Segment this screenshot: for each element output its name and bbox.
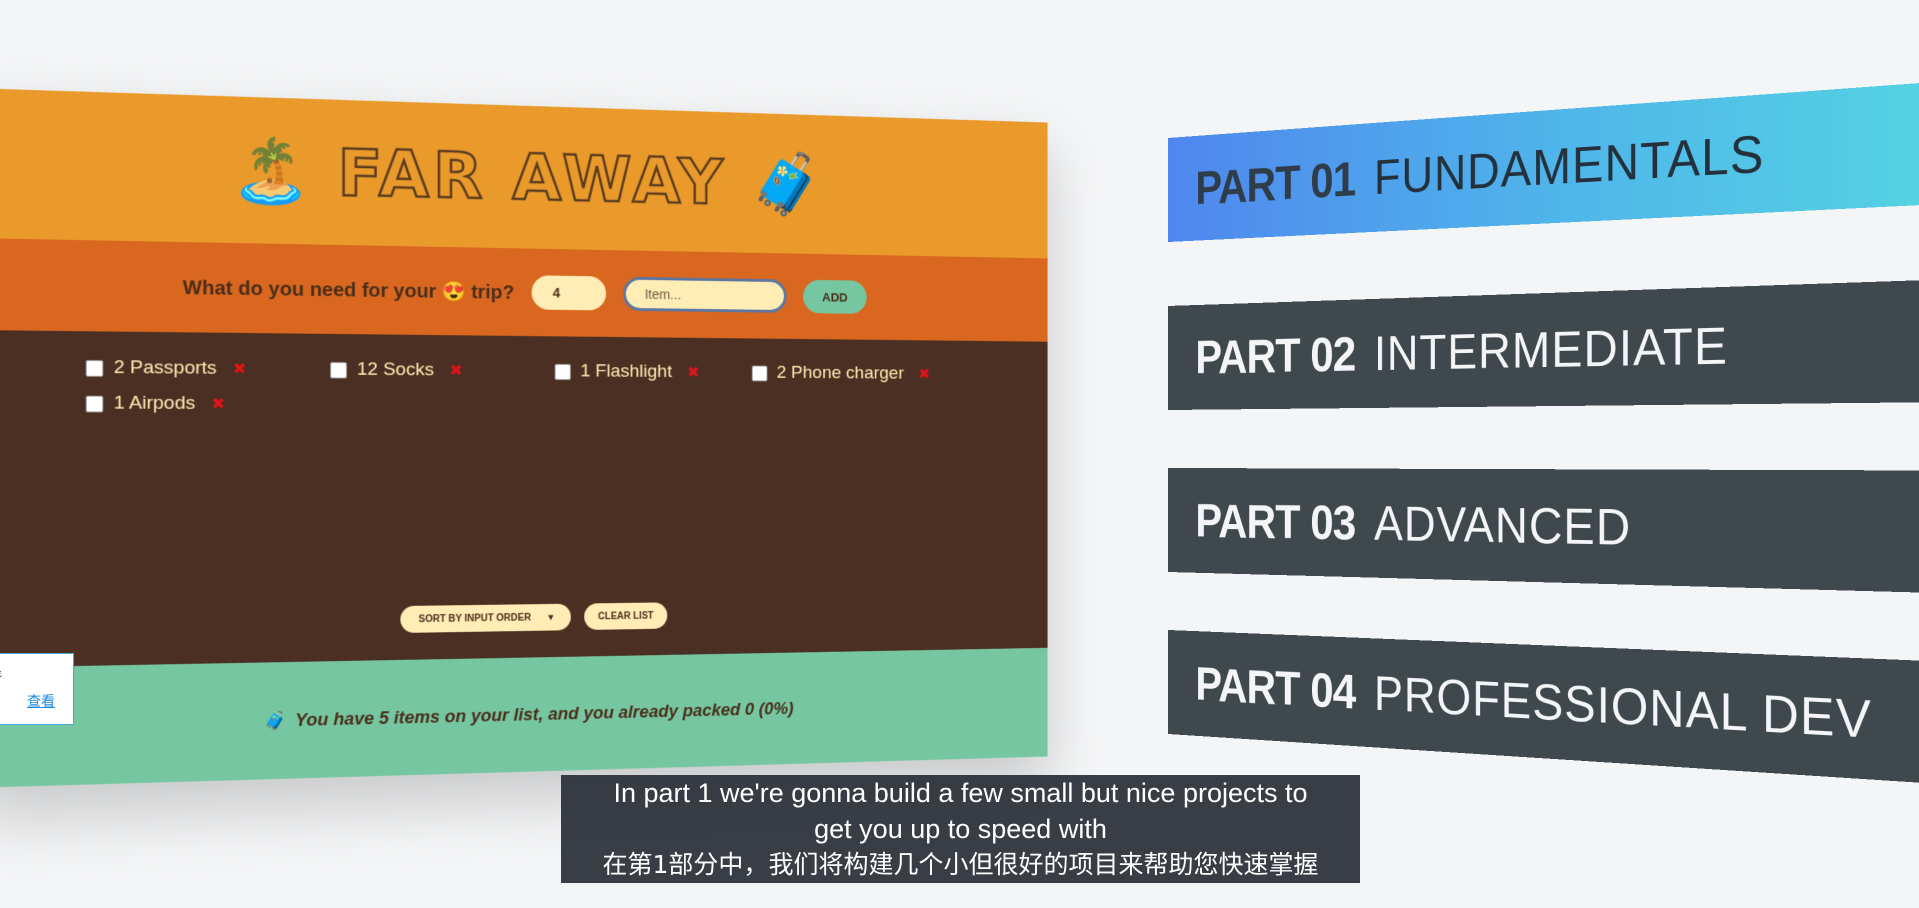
item-label: 1 Airpods <box>113 392 196 414</box>
part-number: PART 01 <box>1195 151 1356 215</box>
sort-select[interactable]: SORT BY INPUT ORDER ▾ <box>400 603 571 633</box>
subtitles: In part 1 we're gonna build a few small … <box>561 775 1360 883</box>
part-number: PART 04 <box>1195 657 1356 720</box>
part-number: PART 02 <box>1195 326 1356 384</box>
item-label: 2 Phone charger <box>776 362 905 384</box>
item-label: 1 Flashlight <box>580 361 673 382</box>
list-actions: SORT BY INPUT ORDER ▾ CLEAR LIST <box>0 597 1048 640</box>
clear-list-button[interactable]: CLEAR LIST <box>584 602 668 630</box>
sort-label: SORT BY INPUT ORDER <box>418 612 532 625</box>
delete-icon[interactable]: ✖ <box>918 365 930 383</box>
subtitle-zh: 在第1部分中，我们将构建几个小但很好的项目来帮助您快速掌握 <box>602 850 1319 879</box>
side-popup: ε 查看 <box>0 653 74 725</box>
list-item: 12 Socks ✖ <box>330 359 555 382</box>
suitcase-icon: 🧳 <box>750 149 824 219</box>
popup-mark: ε <box>0 668 2 680</box>
list-item: 1 Flashlight ✖ <box>554 361 752 383</box>
packing-items: 2 Passports ✖ 12 Socks ✖ 1 Flashlight ✖ 2 Phon… <box>85 357 951 417</box>
list-item: 2 Passports ✖ <box>85 357 330 380</box>
part-number: PART 03 <box>1195 494 1356 550</box>
delete-icon[interactable]: ✖ <box>450 361 463 380</box>
course-parts: PART 01 FUNDAMENTALS PART 02 INTERMEDIATE PA… <box>1168 0 1919 908</box>
item-placeholder: Item... <box>644 286 682 303</box>
add-button[interactable]: ADD <box>803 279 867 314</box>
part-banner-1: PART 01 FUNDAMENTALS <box>1168 80 1919 243</box>
list-item: 1 Airpods ✖ <box>85 392 330 416</box>
form-question: What do you need for your 😍 trip? <box>182 276 515 304</box>
packed-checkbox[interactable] <box>330 361 348 379</box>
part-title: FUNDAMENTALS <box>1374 123 1765 205</box>
far-away-app: 🏝️ FAR AWAY 🧳 What do you need for your … <box>0 88 1048 788</box>
app-title: FAR AWAY <box>336 134 727 220</box>
quantity-value: 4 <box>552 285 561 301</box>
subtitle-en-line1: In part 1 we're gonna build a few small … <box>613 778 1308 808</box>
packed-checkbox[interactable] <box>85 395 104 412</box>
item-label: 2 Passports <box>113 357 217 379</box>
stats-footer: 🧳 You have 5 items on your list, and you… <box>0 647 1048 788</box>
packed-checkbox[interactable] <box>85 359 104 377</box>
quantity-select[interactable]: 4 <box>531 275 606 311</box>
app-header: 🏝️ FAR AWAY 🧳 <box>0 88 1048 259</box>
delete-icon[interactable]: ✖ <box>687 363 699 382</box>
suitcase-icon: 🧳 <box>264 710 288 731</box>
packed-checkbox[interactable] <box>554 363 571 380</box>
part-banner-2: PART 02 INTERMEDIATE <box>1168 279 1919 410</box>
chevron-down-icon: ▾ <box>548 611 554 623</box>
part-title: ADVANCED <box>1374 495 1632 556</box>
view-link[interactable]: 查看 <box>27 691 55 711</box>
item-label: 12 Socks <box>356 359 434 381</box>
part-title: INTERMEDIATE <box>1374 316 1729 381</box>
part-banner-4: PART 04 PROFESSIONAL DEV <box>1168 630 1919 785</box>
palm-island-icon: 🏝️ <box>231 134 312 207</box>
part-title: PROFESSIONAL DEV <box>1374 665 1872 750</box>
delete-icon[interactable]: ✖ <box>211 394 225 414</box>
stats-text: You have 5 items on your list, and you a… <box>295 698 794 730</box>
packed-checkbox[interactable] <box>751 365 768 381</box>
delete-icon[interactable]: ✖ <box>233 359 247 379</box>
subtitle-en-line2: get you up to speed with <box>814 814 1107 844</box>
packing-list: 2 Passports ✖ 12 Socks ✖ 1 Flashlight ✖ 2 Phon… <box>0 330 1048 668</box>
item-input[interactable]: Item... <box>622 276 787 313</box>
list-item: 2 Phone charger ✖ <box>751 362 951 385</box>
part-banner-3: PART 03 ADVANCED <box>1168 468 1919 594</box>
